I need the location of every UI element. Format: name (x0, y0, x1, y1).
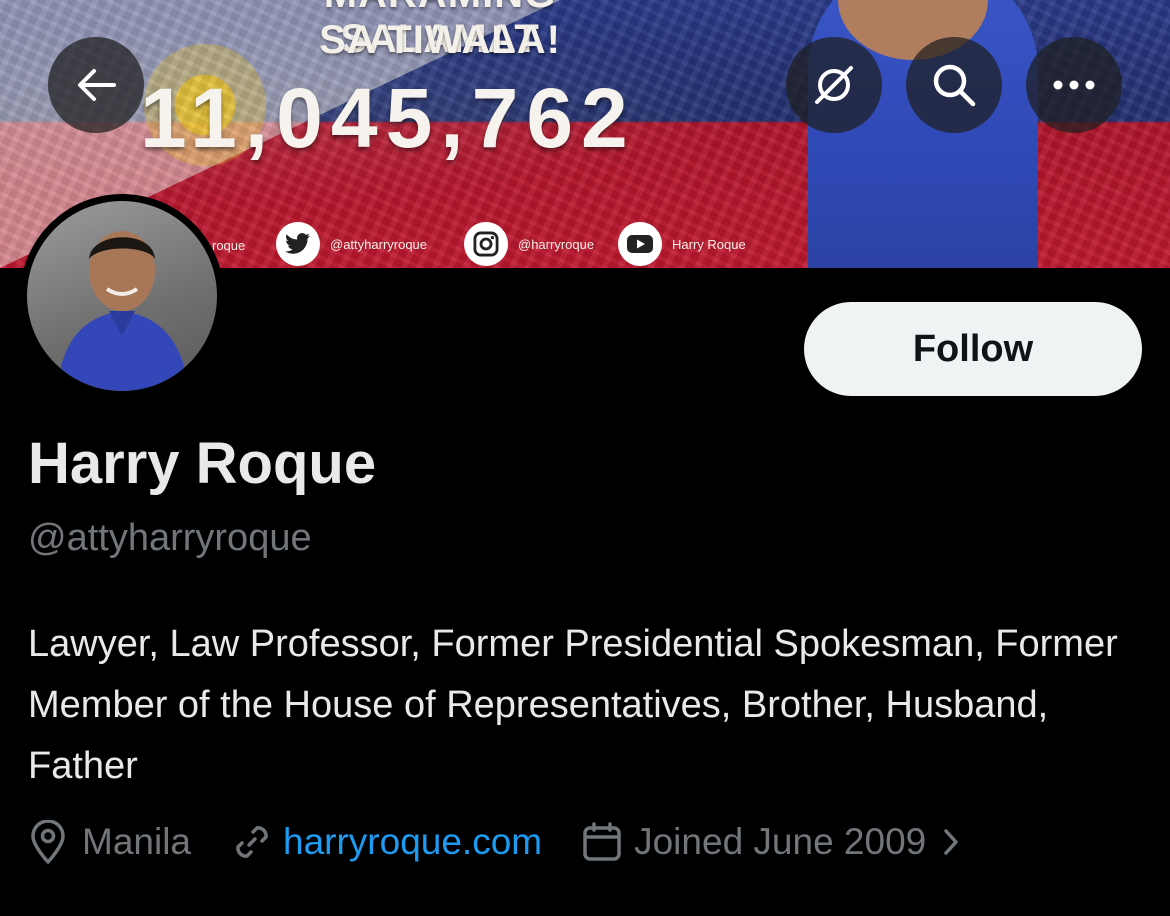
link-icon (236, 826, 268, 858)
location-pin-icon (31, 820, 65, 864)
calendar-icon (583, 822, 621, 861)
location-item: Manila (28, 820, 191, 864)
display-name: Harry Roque (28, 431, 377, 496)
website-link[interactable]: harryroque.com (283, 821, 542, 863)
youtube-icon (618, 222, 662, 266)
avatar-portrait (57, 231, 189, 391)
banner-youtube-label: Harry Roque (672, 236, 746, 252)
banner-vote-count: 11,045,762 (140, 71, 636, 165)
back-button[interactable] (48, 37, 144, 133)
banner-twitter-label: @attyharryroque (330, 236, 428, 252)
chevron-right-icon (944, 829, 958, 855)
back-arrow-icon (78, 69, 116, 101)
joined-item[interactable]: Joined June 2009 (582, 821, 960, 863)
user-handle: @attyharryroque (28, 517, 312, 559)
avatar (27, 201, 217, 391)
search-icon (933, 64, 976, 107)
follow-button[interactable]: Follow (804, 302, 1142, 396)
more-icon (1053, 80, 1095, 90)
twitter-icon (276, 222, 320, 266)
banner-partial-handle: roque (212, 238, 246, 253)
instagram-icon (464, 222, 508, 266)
grok-icon (815, 66, 853, 104)
search-button[interactable] (906, 37, 1002, 133)
banner-social-youtube: Harry Roque (618, 222, 746, 266)
avatar-border[interactable] (20, 194, 224, 398)
grok-button[interactable] (786, 37, 882, 133)
banner-social-instagram: @harryroque (464, 222, 594, 266)
location-text: Manila (82, 821, 191, 862)
website-item[interactable]: harryroque.com (231, 821, 542, 863)
profile-meta: Manila harryroque.com Joined June 2009 (28, 820, 960, 864)
more-button[interactable] (1026, 37, 1122, 133)
banner-instagram-label: @harryroque (518, 236, 595, 252)
joined-text: Joined June 2009 (634, 821, 927, 862)
profile-bio: Lawyer, Law Professor, Former Presidenti… (28, 623, 1118, 787)
banner-headline: SA TIWALA! (319, 18, 561, 62)
banner-social-twitter: @attyharryroque (276, 222, 427, 266)
